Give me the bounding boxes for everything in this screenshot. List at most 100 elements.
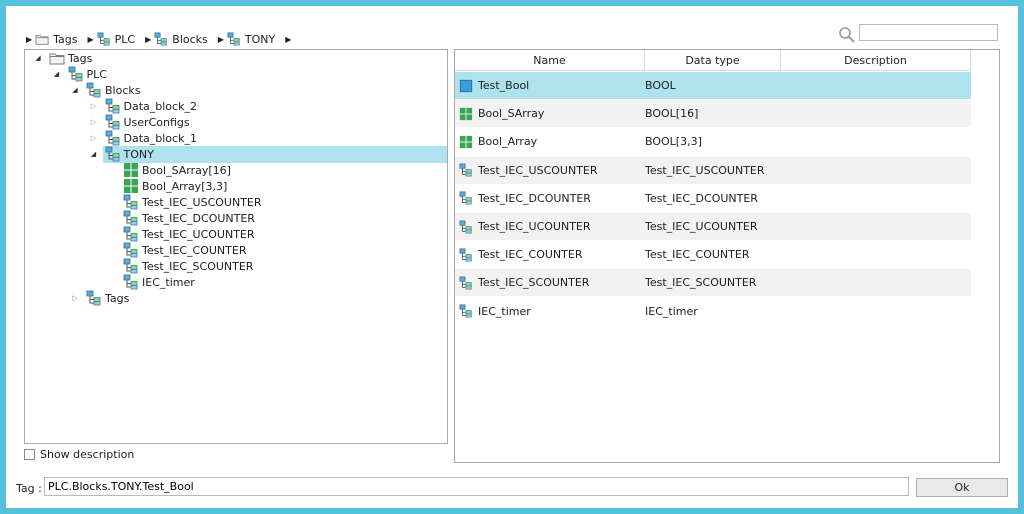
tag-path-input[interactable] bbox=[44, 477, 909, 496]
cell-data-type: Test_IEC_USCOUNTER bbox=[645, 163, 765, 177]
tree-item-label: Data_block_1 bbox=[123, 131, 197, 145]
breadcrumb-item-tony[interactable]: ▶ TONY bbox=[218, 32, 275, 46]
tree-item[interactable]: Bool_SArray[16] bbox=[107, 162, 231, 178]
table-row[interactable]: Test_IEC_UCOUNTER Test_IEC_UCOUNTER bbox=[455, 213, 971, 240]
cell-data-type: BOOL[3,3] bbox=[645, 135, 702, 149]
column-header-description[interactable]: Description bbox=[781, 50, 971, 71]
table-row[interactable]: Bool_SArray BOOL[16] bbox=[455, 100, 971, 128]
expand-arrow-icon[interactable]: ▷ bbox=[89, 133, 99, 143]
structure-icon bbox=[459, 220, 472, 233]
table-row[interactable]: Test_IEC_DCOUNTER Test_IEC_DCOUNTER bbox=[455, 185, 971, 212]
cell-name-text: Test_IEC_USCOUNTER bbox=[478, 163, 598, 177]
cell-name: Test_IEC_USCOUNTER bbox=[455, 163, 645, 177]
cell-data-type: BOOL bbox=[645, 79, 676, 92]
cell-name-text: IEC_timer bbox=[478, 304, 531, 318]
search-icon[interactable] bbox=[838, 26, 856, 44]
column-header-data-type[interactable]: Data type bbox=[645, 50, 781, 71]
ok-button[interactable]: Ok bbox=[916, 478, 1008, 497]
table-row[interactable]: IEC_timer IEC_timer bbox=[455, 298, 971, 325]
structure-icon bbox=[68, 66, 82, 82]
cell-name: Test_IEC_COUNTER bbox=[455, 248, 645, 262]
breadcrumb-arrow-icon[interactable]: ▶ bbox=[285, 35, 291, 44]
breadcrumb-item-blocks[interactable]: ▶ Blocks bbox=[145, 32, 208, 46]
show-description-checkbox[interactable] bbox=[24, 449, 35, 460]
tree-item-label: Bool_Array[3,3] bbox=[142, 179, 228, 193]
cell-name: Test_IEC_SCOUNTER bbox=[455, 276, 645, 290]
tree-item[interactable]: ▷ Data_block_1 bbox=[89, 130, 197, 146]
tree-item[interactable]: ▷ UserConfigs bbox=[89, 114, 190, 130]
tree-item[interactable]: Test_IEC_COUNTER bbox=[107, 242, 246, 258]
expand-arrow-icon[interactable]: ▷ bbox=[70, 293, 80, 303]
structure-icon bbox=[459, 248, 472, 262]
tree-item[interactable]: ◢ Tags bbox=[33, 50, 92, 66]
array-icon bbox=[124, 163, 138, 177]
structure-icon bbox=[105, 130, 119, 146]
cell-name-text: Test_IEC_SCOUNTER bbox=[478, 276, 590, 290]
cell-name-text: Bool_SArray bbox=[478, 107, 545, 121]
collapse-arrow-icon[interactable]: ◢ bbox=[33, 53, 43, 63]
breadcrumb-item-tags[interactable]: ▶ Tags bbox=[26, 32, 78, 46]
tree-item[interactable]: Test_IEC_SCOUNTER bbox=[107, 258, 253, 274]
breadcrumb-arrow-icon[interactable]: ▶ bbox=[88, 35, 94, 44]
structure-icon bbox=[459, 276, 472, 290]
table-row[interactable]: Test_IEC_SCOUNTER Test_IEC_SCOUNTER bbox=[455, 269, 971, 297]
table-row[interactable]: Test_IEC_COUNTER Test_IEC_COUNTER bbox=[455, 241, 971, 268]
breadcrumb-label: PLC bbox=[114, 32, 136, 46]
search-input[interactable] bbox=[859, 24, 998, 41]
tree-item[interactable]: IEC_timer bbox=[107, 274, 195, 290]
table-row[interactable]: Test_IEC_USCOUNTER Test_IEC_USCOUNTER bbox=[455, 156, 971, 184]
tag-label: Tag : bbox=[16, 482, 42, 495]
structure-icon bbox=[105, 146, 119, 162]
tree-item-label: Tags bbox=[68, 51, 93, 65]
structure-icon bbox=[123, 242, 138, 258]
tree-item-label: IEC_timer bbox=[142, 275, 195, 289]
tree-item[interactable]: Test_IEC_UCOUNTER bbox=[107, 226, 255, 242]
tag-tree[interactable]: ◢ Tags ◢ PLC ◢ Blocks ▷ Data_block_2 ▷ UserConfig… bbox=[24, 49, 448, 444]
tree-item[interactable]: Test_IEC_USCOUNTER bbox=[107, 194, 262, 210]
cell-name-text: Test_IEC_UCOUNTER bbox=[478, 220, 591, 233]
column-header-name[interactable]: Name bbox=[455, 50, 645, 71]
structure-icon bbox=[86, 290, 101, 306]
tree-item-label: Blocks bbox=[105, 83, 141, 97]
table-row[interactable]: Bool_Array BOOL[3,3] bbox=[455, 128, 971, 155]
tree-item[interactable]: ◢ TONY bbox=[89, 146, 154, 162]
tree-item[interactable]: ▷ Data_block_2 bbox=[89, 98, 197, 114]
cell-data-type: Test_IEC_DCOUNTER bbox=[645, 191, 758, 205]
breadcrumb-arrow-icon[interactable]: ▶ bbox=[218, 35, 224, 44]
tree-item-label: Test_IEC_UCOUNTER bbox=[142, 227, 255, 241]
breadcrumb-arrow-icon[interactable]: ▶ bbox=[26, 35, 32, 44]
collapse-arrow-icon[interactable]: ◢ bbox=[70, 85, 80, 95]
tree-item[interactable]: ▷ Tags bbox=[70, 290, 129, 306]
cell-data-type: Test_IEC_UCOUNTER bbox=[645, 220, 758, 233]
cell-name-text: Test_IEC_DCOUNTER bbox=[478, 191, 591, 205]
collapse-arrow-icon[interactable]: ◢ bbox=[89, 149, 99, 159]
structure-icon bbox=[105, 98, 119, 114]
breadcrumb-item-plc[interactable]: ▶ PLC bbox=[88, 32, 136, 46]
tree-item[interactable]: ◢ PLC bbox=[52, 66, 107, 82]
tag-table[interactable]: Name Data type Description Test_Bool BOOL… bbox=[454, 49, 1000, 463]
table-row[interactable]: Test_Bool BOOL bbox=[455, 72, 971, 99]
expand-arrow-icon[interactable]: ▷ bbox=[89, 117, 99, 127]
show-description-option[interactable]: Show description bbox=[24, 448, 134, 461]
cell-name: Test_IEC_UCOUNTER bbox=[455, 220, 645, 234]
breadcrumb-label: Blocks bbox=[172, 32, 208, 46]
tree-item[interactable]: ◢ Blocks bbox=[70, 82, 140, 98]
show-description-label: Show description bbox=[40, 448, 135, 461]
structure-icon bbox=[123, 226, 138, 242]
collapse-arrow-icon[interactable]: ◢ bbox=[52, 69, 62, 79]
structure-icon bbox=[123, 194, 138, 210]
breadcrumb-arrow-icon[interactable]: ▶ bbox=[145, 35, 151, 44]
expand-arrow-icon[interactable]: ▷ bbox=[89, 101, 99, 111]
tree-item[interactable]: Bool_Array[3,3] bbox=[107, 178, 227, 194]
cell-data-type: BOOL[16] bbox=[645, 107, 699, 121]
structure-icon bbox=[86, 82, 101, 98]
tree-item-label: Test_IEC_USCOUNTER bbox=[142, 195, 262, 209]
structure-icon bbox=[123, 210, 138, 226]
tree-item-label: TONY bbox=[123, 147, 154, 161]
tree-item[interactable]: Test_IEC_DCOUNTER bbox=[107, 210, 255, 226]
cell-data-type: IEC_timer bbox=[645, 304, 698, 318]
